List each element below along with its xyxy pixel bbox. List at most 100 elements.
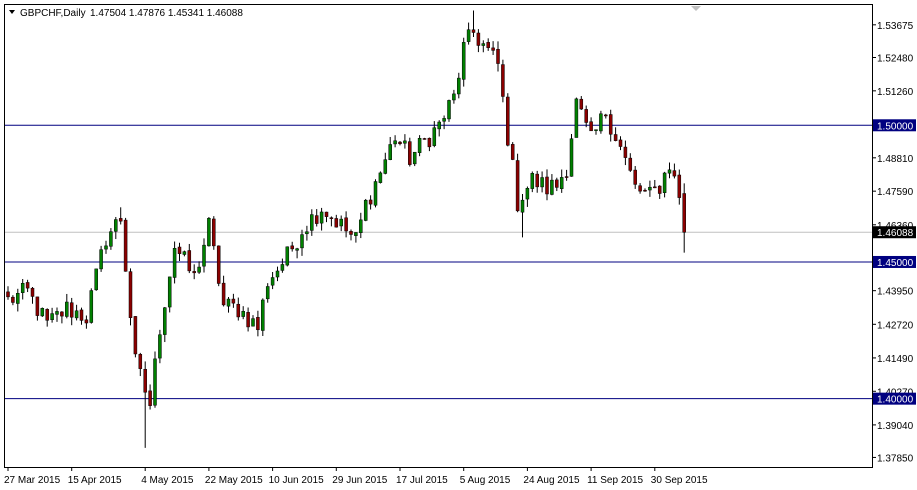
x-tick-label: 29 Jun 2015 <box>332 475 387 486</box>
candle-bear <box>623 146 628 158</box>
candle-bull <box>525 188 530 200</box>
candle-bull <box>74 310 79 319</box>
candle-bull <box>481 43 486 46</box>
candle-bull <box>167 276 172 308</box>
candle-bear <box>628 157 633 171</box>
candle-bull <box>270 277 275 286</box>
y-tick-label: 1.52480 <box>877 53 914 64</box>
candle-bear <box>324 211 329 217</box>
candle-bull <box>261 299 265 331</box>
candle-bear <box>177 246 182 254</box>
y-tick-label: 1.48810 <box>877 154 914 165</box>
candle-bull <box>662 172 667 193</box>
candle-bear <box>192 271 196 274</box>
candle-bull <box>104 245 108 250</box>
candle-bear <box>422 138 427 140</box>
candle-bull <box>275 270 280 278</box>
y-tick-label: 1.47590 <box>877 187 914 198</box>
candle-bull <box>540 177 544 188</box>
candle-bear <box>486 42 490 48</box>
candle-bull <box>442 118 446 122</box>
plot-frame <box>4 4 873 468</box>
candle-bear <box>579 98 584 110</box>
candle-bull <box>599 113 603 132</box>
candle-bull <box>109 231 113 247</box>
candle-bear <box>133 316 138 355</box>
chart-symbol: GBPCHF,Daily <box>20 8 86 19</box>
candle-bear <box>491 47 495 51</box>
candle-bull <box>153 358 157 406</box>
candle-bull <box>197 266 201 273</box>
candle-bull <box>457 77 461 95</box>
candle-bear <box>398 141 402 145</box>
candle-bull <box>295 248 299 251</box>
level-price-label: 1.50000 <box>877 121 914 132</box>
candle-bear <box>35 296 40 316</box>
candle-bear <box>584 109 588 123</box>
level-price-label: 1.40000 <box>877 395 914 406</box>
candle-bear <box>79 309 84 321</box>
candle-bear <box>246 312 250 328</box>
candle-bear <box>408 141 412 165</box>
candle-bear <box>471 29 476 33</box>
candle-bear <box>349 231 353 235</box>
candle-bear <box>216 245 221 284</box>
candle-bear <box>545 176 549 195</box>
candle-bear <box>657 185 662 194</box>
chart-window: 1.536751.524801.512601.488101.475901.463… <box>0 0 917 490</box>
candle-bull <box>50 313 54 320</box>
candle-bull <box>388 144 392 160</box>
candle-bull <box>594 129 598 131</box>
candle-bull <box>354 232 358 236</box>
candle-bull <box>241 311 245 317</box>
candle-bear <box>496 48 500 64</box>
candle-bull <box>550 179 554 195</box>
candle-bear <box>314 215 319 224</box>
candle-bull <box>16 292 20 304</box>
candle-bull <box>99 249 103 270</box>
candle-bear <box>608 114 613 135</box>
candle-bear <box>148 390 152 406</box>
candle-bear <box>643 189 647 192</box>
candle-bear <box>427 137 432 148</box>
candle-bear <box>236 303 241 318</box>
candle-bull <box>373 181 378 206</box>
candle-bull <box>466 29 471 42</box>
y-tick-label: 1.41490 <box>877 354 914 365</box>
candle-bear <box>123 219 128 272</box>
candle-bull <box>417 138 422 153</box>
candle-bear <box>45 309 49 321</box>
candle-bull <box>265 286 270 300</box>
candle-bull <box>55 311 59 315</box>
level-price-label: 1.45000 <box>877 258 914 269</box>
candle-bear <box>212 218 216 247</box>
candle-bull <box>520 199 525 213</box>
x-tick-label: 22 May 2015 <box>205 475 263 486</box>
candle-bull <box>461 42 466 80</box>
candle-bear <box>221 282 226 306</box>
candle-bull <box>559 177 564 189</box>
candle-bear <box>344 217 348 232</box>
candle-bull <box>359 219 363 233</box>
candle-bull <box>65 301 69 317</box>
candle-bull <box>378 172 383 183</box>
x-tick-label: 10 Jun 2015 <box>269 475 324 486</box>
candle-bear <box>329 217 334 219</box>
x-tick-label: 30 Sep 2015 <box>651 475 708 486</box>
candle-bear <box>613 134 618 141</box>
candle-bull <box>412 151 417 165</box>
x-tick-label: 4 May 2015 <box>141 475 194 486</box>
candle-bull <box>437 121 441 130</box>
candle-bear <box>555 179 559 188</box>
candle-bull <box>383 159 388 174</box>
candle-bear <box>682 193 686 233</box>
candle-bear <box>25 282 30 289</box>
candle-bear <box>653 186 657 189</box>
x-tick-label: 5 Aug 2015 <box>460 475 511 486</box>
candle-bear <box>128 271 133 318</box>
candle-bull <box>285 246 290 266</box>
candle-bear <box>476 32 481 46</box>
candle-bear <box>638 185 642 192</box>
x-tick-label: 24 Aug 2015 <box>523 475 580 486</box>
candle-bull <box>530 173 535 189</box>
